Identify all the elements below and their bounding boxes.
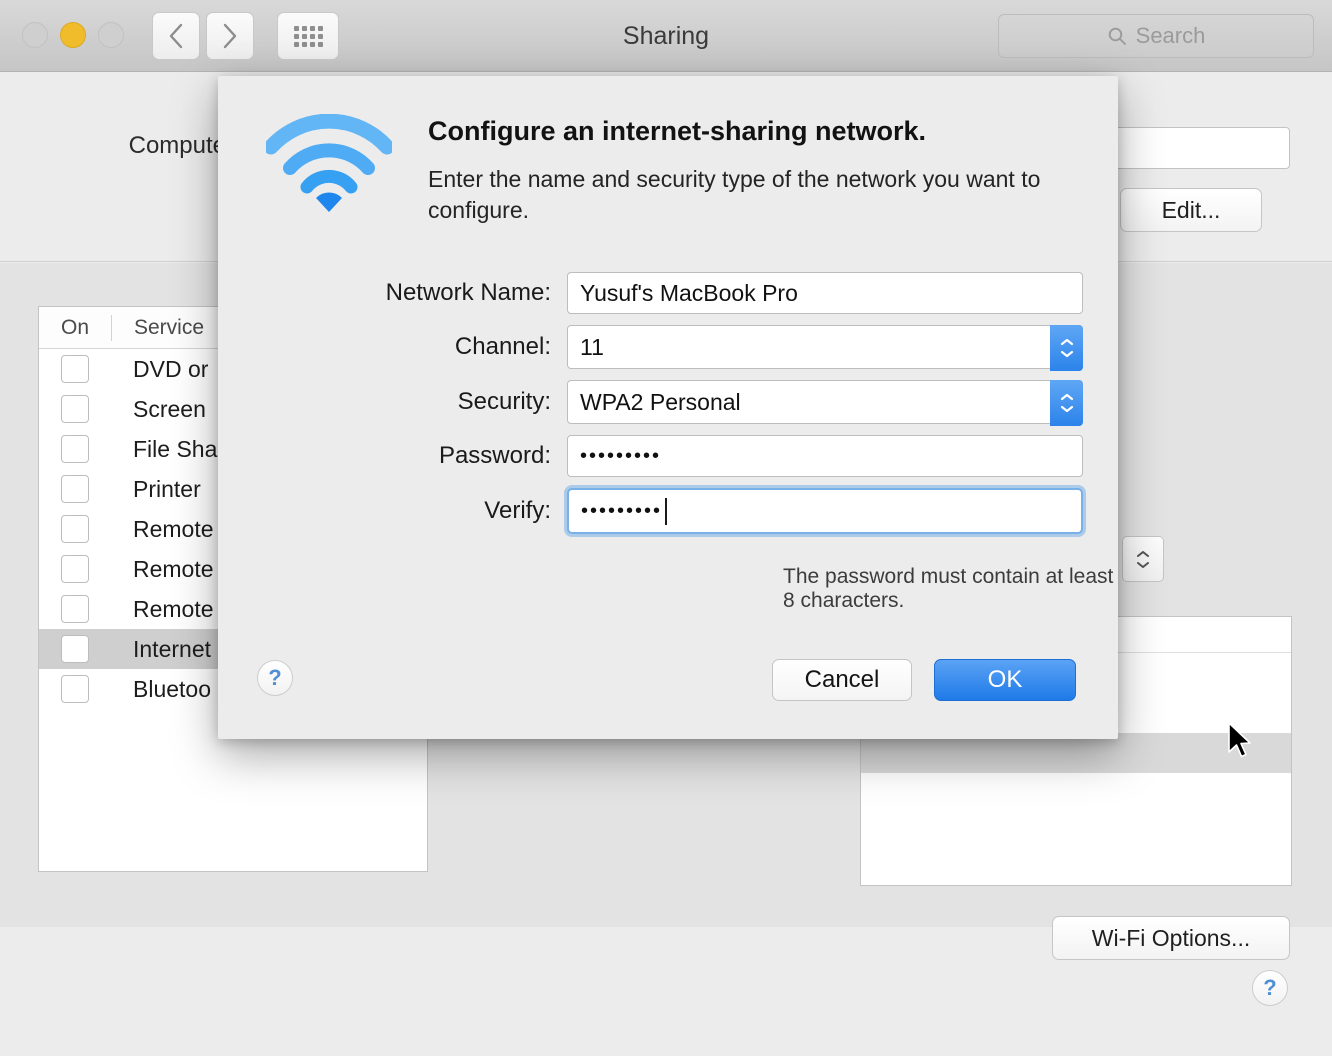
chevron-down-icon [1060,350,1073,358]
service-label: DVD or [133,355,209,382]
password-label: Password: [438,442,551,469]
service-checkbox[interactable] [61,635,89,663]
field-row-network-name: Network Name: Yusuf's MacBook Pro [218,272,1118,314]
cancel-button[interactable]: Cancel [772,659,912,701]
service-label: Internet [133,635,211,662]
channel-select[interactable]: 11 [567,325,1083,371]
security-stepper[interactable] [1050,380,1083,426]
dialog-subtitle: Enter the name and security type of the … [428,166,1041,223]
verify-label: Verify: [484,497,551,524]
ok-button[interactable]: OK [934,659,1076,701]
service-checkbox-cell [39,515,111,543]
security-value: WPA2 Personal [580,388,741,415]
security-label: Security: [457,388,551,415]
computer-name-field[interactable] [1110,127,1290,169]
service-checkbox-cell [39,435,111,463]
configure-network-dialog: Configure an internet-sharing network. E… [218,76,1251,758]
service-checkbox[interactable] [61,555,89,583]
channel-label: Channel: [454,333,551,360]
wifi-icon [266,114,392,212]
field-row-security: Security: WPA2 Personal [218,380,1118,426]
service-checkbox-cell [39,595,111,623]
search-input[interactable]: Search [998,14,1314,58]
chevron-down-icon [1060,405,1073,413]
service-label: Remote [133,555,214,582]
field-row-password: Password: ••••••••• [218,435,1118,477]
service-checkbox[interactable] [61,435,89,463]
service-checkbox[interactable] [61,355,89,383]
dialog-heading: Configure an internet-sharing network. [428,116,927,146]
edit-button[interactable]: Edit... [1120,188,1262,232]
service-label: Bluetoo [133,675,212,702]
service-checkbox-cell [39,555,111,583]
help-button[interactable]: ? [1252,970,1288,1006]
verify-value: ••••••••• [581,499,663,522]
password-hint: The password must contain at least 8 cha… [783,565,1114,612]
search-placeholder: Search [1135,23,1206,48]
network-name-label: Network Name: [385,279,551,306]
password-input[interactable]: ••••••••• [567,435,1083,477]
service-label: Screen [133,395,206,422]
text-caret [665,497,668,525]
column-header-service: Service [134,315,205,339]
column-header-on: On [60,315,89,339]
mouse-cursor [1228,722,1251,758]
service-checkbox-cell [39,475,111,503]
service-checkbox[interactable] [61,475,89,503]
network-name-input[interactable]: Yusuf's MacBook Pro [567,272,1083,314]
service-checkbox[interactable] [61,515,89,543]
channel-value: 11 [580,333,604,360]
service-checkbox[interactable] [61,675,89,703]
search-icon [1108,27,1126,45]
password-value: ••••••••• [580,444,662,467]
app-root: Sharing Search Computer Edit... On Servi… [0,0,1332,1056]
channel-stepper[interactable] [1050,325,1083,371]
service-checkbox-cell [39,355,111,383]
chevron-down-icon [1137,561,1149,568]
field-row-verify: Verify: ••••••••• [218,488,1118,534]
security-select[interactable]: WPA2 Personal [567,380,1083,426]
dialog-form: Network Name: Yusuf's MacBook Pro Channe… [218,272,1118,545]
wifi-options-button[interactable]: Wi-Fi Options... [1052,916,1290,960]
window-titlebar: Sharing Search [0,0,1332,72]
service-label: Remote [133,595,214,622]
service-checkbox-cell [39,675,111,703]
detail-stepper[interactable] [1122,536,1164,582]
service-label: File Sha [133,435,218,462]
chevron-up-icon [1137,550,1149,557]
dialog-help-button[interactable]: ? [257,660,293,696]
service-label: Printer [133,475,201,502]
service-checkbox[interactable] [61,395,89,423]
chevron-up-icon [1060,338,1073,346]
service-label: Remote [133,515,214,542]
service-checkbox[interactable] [61,595,89,623]
chevron-up-icon [1060,393,1073,401]
verify-input[interactable]: ••••••••• [567,488,1083,534]
field-row-channel: Channel: 11 [218,325,1118,371]
service-checkbox-cell [39,635,111,663]
service-checkbox-cell [39,395,111,423]
